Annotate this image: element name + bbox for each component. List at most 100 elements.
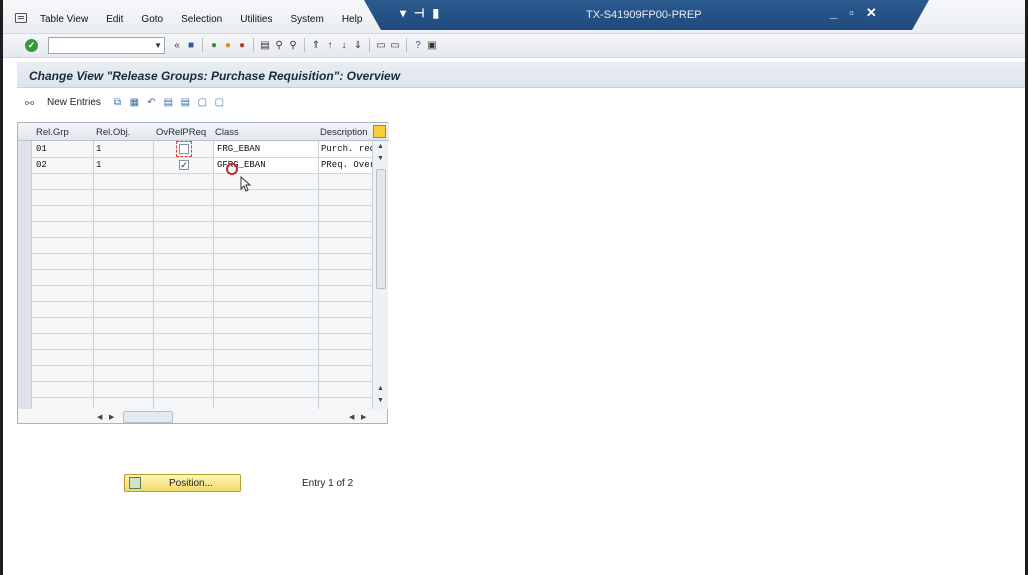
cell-class[interactable]: FRG_EBAN <box>217 144 260 154</box>
grid-line <box>32 205 372 206</box>
standard-toolbar: ✓ ▼ « ■ ● ● ● ▤ ⚲ ⚲ ⇑ ↑ ↓ ⇓ ▭ ▭ ? ▣ <box>3 34 1025 58</box>
print-icon[interactable]: ▤ <box>259 39 271 52</box>
separator <box>369 38 370 52</box>
back-icon[interactable]: ● <box>208 39 220 52</box>
find-icon[interactable]: ⚲ <box>273 39 285 52</box>
position-button[interactable]: Position... <box>124 474 241 492</box>
copy-as-icon[interactable]: ⧉ <box>111 96 124 109</box>
dropdown-icon[interactable]: ▾ <box>400 6 406 20</box>
prev-page-icon[interactable]: ↑ <box>324 39 336 52</box>
grid-line <box>32 253 372 254</box>
chevron-down-icon[interactable]: ▼ <box>154 41 162 50</box>
scroll-down-icon[interactable]: ▼ <box>377 397 384 404</box>
cell-rel-obj[interactable]: 1 <box>96 160 101 170</box>
column-header-ovrelpreq[interactable]: OvRelPReq <box>156 127 206 138</box>
table-grid: 01 1 FRG_EBAN Purch. req. 02 1 ✓ GFRG_EB… <box>32 141 380 409</box>
scroll-down-icon[interactable]: ▼ <box>377 155 384 162</box>
scroll-up-icon[interactable]: ▲ <box>377 385 384 392</box>
grid-line <box>32 365 372 366</box>
grid-line <box>153 141 154 409</box>
horizontal-scrollbar[interactable]: ◀ ▶ ◀ ▶ <box>93 411 366 423</box>
back-chevrons-icon[interactable]: « <box>171 39 183 52</box>
scroll-left-icon[interactable]: ◀ <box>97 413 102 421</box>
exit-icon[interactable]: ● <box>222 39 234 52</box>
pin-icon[interactable]: ⊣ <box>414 6 424 20</box>
menu-utilities[interactable]: Utilities <box>240 14 272 25</box>
table-header: Rel.Grp Rel.Obj. OvRelPReq Class Descrip… <box>18 123 389 141</box>
column-settings-icon[interactable] <box>373 125 386 138</box>
menu-table-view[interactable]: Table View <box>40 14 88 25</box>
column-header-rel-obj[interactable]: Rel.Obj. <box>96 127 130 138</box>
cell-class[interactable]: GFRG_EBAN <box>217 160 266 170</box>
grid-line <box>32 317 372 318</box>
position-icon <box>129 477 141 489</box>
scroll-up-icon[interactable]: ▲ <box>377 143 384 150</box>
click-indicator <box>226 163 238 175</box>
toolbar-icons: « ■ ● ● ● ▤ ⚲ ⚲ ⇑ ↑ ↓ ⇓ ▭ ▭ ? ▣ <box>171 38 438 52</box>
vertical-scrollbar[interactable]: ▲ ▼ ▲ ▼ <box>372 141 388 409</box>
undo-change-icon[interactable]: ↶ <box>145 96 158 109</box>
grid-line <box>32 333 372 334</box>
display-change-icon[interactable]: ⚯ <box>25 97 39 110</box>
ovrelpreq-checkbox[interactable] <box>179 144 189 154</box>
grid-line <box>32 285 372 286</box>
first-page-icon[interactable]: ⇑ <box>310 39 322 52</box>
next-page-icon[interactable]: ↓ <box>338 39 350 52</box>
close-icon[interactable]: ✕ <box>866 5 877 21</box>
select-all-icon[interactable]: ▤ <box>162 96 175 109</box>
menu-system[interactable]: System <box>290 14 323 25</box>
minimize-icon[interactable]: _ <box>830 5 837 21</box>
deselect-all-icon[interactable]: ▢ <box>196 96 209 109</box>
grid-line <box>32 397 372 398</box>
grid-line <box>32 269 372 270</box>
menu-help[interactable]: Help <box>342 14 363 25</box>
column-header-rel-grp[interactable]: Rel.Grp <box>36 127 69 138</box>
grid-line <box>32 381 372 382</box>
window-controls: _ ▫ ✕ <box>830 5 877 21</box>
cell-rel-grp[interactable]: 02 <box>36 160 47 170</box>
grid-line <box>213 141 214 409</box>
find-next-icon[interactable]: ⚲ <box>287 39 299 52</box>
cancel-icon[interactable]: ● <box>236 39 248 52</box>
signal-icon: ▮ <box>432 6 440 20</box>
cell-rel-grp[interactable]: 01 <box>36 144 47 154</box>
ovrelpreq-checkbox[interactable]: ✓ <box>179 160 189 170</box>
enter-check-icon[interactable]: ✓ <box>25 39 38 52</box>
page-title: Change View "Release Groups: Purchase Re… <box>29 69 401 83</box>
menu-selection[interactable]: Selection <box>181 14 222 25</box>
scroll-thumb[interactable] <box>376 169 386 289</box>
menu-edit[interactable]: Edit <box>106 14 123 25</box>
separator <box>304 38 305 52</box>
save-icon[interactable]: ■ <box>185 39 197 52</box>
menu-goto[interactable]: Goto <box>141 14 163 25</box>
row-selector-column[interactable] <box>18 141 32 409</box>
new-entries-button[interactable]: New Entries <box>47 97 101 108</box>
restore-icon[interactable]: ▫ <box>849 5 854 21</box>
grid-line <box>32 173 372 174</box>
separator <box>406 38 407 52</box>
scroll-right-icon[interactable]: ▶ <box>109 413 114 421</box>
shortcut-icon[interactable]: ▭ <box>389 39 401 52</box>
grid-line <box>32 189 372 190</box>
screen-header: Change View "Release Groups: Purchase Re… <box>17 62 1025 88</box>
scroll-left-icon[interactable]: ◀ <box>349 413 354 421</box>
position-label: Position... <box>169 478 213 489</box>
separator <box>202 38 203 52</box>
grid-line <box>32 301 372 302</box>
scroll-right-icon[interactable]: ▶ <box>361 413 366 421</box>
delete-icon[interactable]: ▦ <box>128 96 141 109</box>
new-session-icon[interactable]: ▭ <box>375 39 387 52</box>
release-groups-table: Rel.Grp Rel.Obj. OvRelPReq Class Descrip… <box>17 122 389 424</box>
h-scroll-thumb[interactable] <box>123 411 173 423</box>
command-field[interactable]: ▼ <box>48 37 165 54</box>
menu-items: Table View Edit Goto Selection Utilities… <box>40 14 380 25</box>
cell-rel-obj[interactable]: 1 <box>96 144 101 154</box>
help-icon[interactable]: ? <box>412 39 424 52</box>
layout-icon[interactable]: ▣ <box>426 39 438 52</box>
column-header-description[interactable]: Description <box>320 127 368 138</box>
window-menu-icon[interactable] <box>15 13 27 23</box>
last-page-icon[interactable]: ⇓ <box>352 39 364 52</box>
select-block-icon[interactable]: ▤ <box>179 96 192 109</box>
variant-icon[interactable]: ▢ <box>213 96 226 109</box>
column-header-class[interactable]: Class <box>215 127 239 138</box>
